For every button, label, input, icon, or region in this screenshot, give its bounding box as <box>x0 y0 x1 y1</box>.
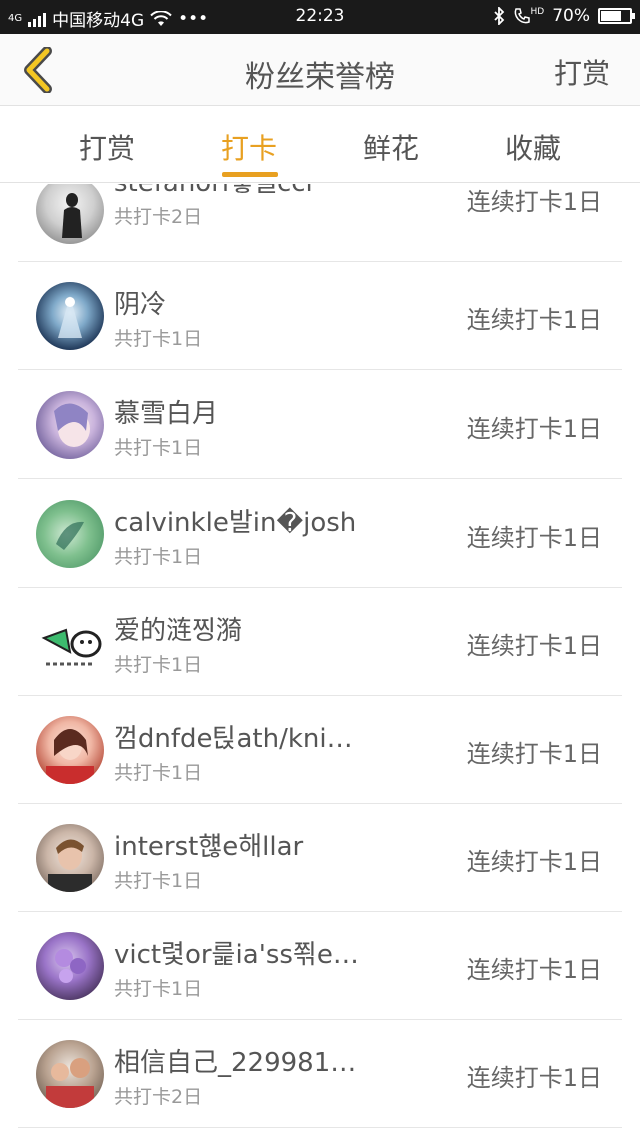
hd-call-icon <box>514 8 530 24</box>
streak-text: 连续打卡1日 <box>466 524 602 552</box>
status-bar: 4G 中国移动4G ••• 22:23 HD 70% <box>0 0 640 34</box>
streak-text: 连续打卡1日 <box>466 188 602 216</box>
total-checkin: 共打卡1日 <box>114 328 203 350</box>
total-checkin: 共打卡1日 <box>114 978 203 1000</box>
checkin-ranking-list[interactable]: stefanori뵇뼬cci 共打卡2日 连续打卡1日 阴冷 共打卡1日 连续打… <box>0 184 640 1138</box>
total-checkin: 共打卡2日 <box>114 206 203 228</box>
avatar <box>36 716 104 784</box>
tab-bar: 打赏 打卡 鲜花 收藏 <box>0 107 640 183</box>
avatar <box>36 1040 104 1108</box>
battery-level-fill <box>601 11 621 21</box>
avatar <box>36 391 104 459</box>
total-checkin: 共打卡1日 <box>114 437 203 459</box>
status-right: HD 70% <box>493 6 635 26</box>
bluetooth-icon <box>493 7 504 25</box>
user-name: stefanori뵇뼬cci <box>114 184 366 199</box>
avatar <box>36 608 104 676</box>
tab-reward[interactable]: 打赏 <box>52 127 162 167</box>
list-item[interactable]: 慕雪白月 共打卡1日 连续打卡1日 <box>18 371 622 479</box>
list-item[interactable]: stefanori뵇뼬cci 共打卡2日 连续打卡1日 <box>18 184 622 262</box>
avatar <box>36 500 104 568</box>
battery-percent: 70% <box>552 6 590 26</box>
hd-label: HD <box>530 7 545 17</box>
page-title: 粉丝荣誉榜 <box>245 60 395 95</box>
list-item[interactable]: 相信自己_229981… 共打卡2日 连续打卡1日 <box>18 1020 622 1128</box>
list-item[interactable]: vict렻or릁ia'ss쬒ec… 共打卡1日 连续打卡1日 <box>18 912 622 1020</box>
streak-text: 连续打卡1日 <box>466 1064 602 1092</box>
list-item[interactable]: calvinkle발in�josh 共打卡1日 连续打卡1日 <box>18 480 622 588</box>
user-name: 껌dnfde틵ath/knig… <box>114 724 366 754</box>
avatar <box>36 184 104 244</box>
streak-text: 连续打卡1日 <box>466 740 602 768</box>
user-name: 阴冷 <box>114 290 167 320</box>
tab-flowers[interactable]: 鲜花 <box>336 127 446 167</box>
streak-text: 连续打卡1日 <box>466 632 602 660</box>
active-tab-indicator <box>222 172 278 177</box>
list-item[interactable]: 爱的涟찡漪 共打卡1日 连续打卡1日 <box>18 588 622 696</box>
streak-text: 连续打卡1日 <box>466 956 602 984</box>
streak-text: 连续打卡1日 <box>466 306 602 334</box>
user-name: 爱的涟찡漪 <box>114 616 242 646</box>
nav-bar: 粉丝荣誉榜 打赏 <box>0 34 640 106</box>
avatar <box>36 282 104 350</box>
user-name: 慕雪白月 <box>114 399 219 429</box>
battery-icon <box>598 8 635 24</box>
total-checkin: 共打卡1日 <box>114 762 203 784</box>
list-item[interactable]: 阴冷 共打卡1日 连续打卡1日 <box>18 262 622 370</box>
streak-text: 连续打卡1日 <box>466 848 602 876</box>
tab-checkin[interactable]: 打卡 <box>194 127 304 167</box>
user-name: 相信自己_229981… <box>114 1048 357 1078</box>
list-item[interactable]: interst햲e해llar 共打卡1日 连续打卡1日 <box>18 804 622 912</box>
total-checkin: 共打卡2日 <box>114 1086 203 1108</box>
total-checkin: 共打卡1日 <box>114 870 203 892</box>
total-checkin: 共打卡1日 <box>114 654 203 676</box>
avatar <box>36 824 104 892</box>
avatar <box>36 932 104 1000</box>
reward-button[interactable]: 打赏 <box>554 52 610 92</box>
list-item[interactable]: 껌dnfde틵ath/knig… 共打卡1日 连续打卡1日 <box>18 696 622 804</box>
tab-favorites[interactable]: 收藏 <box>478 127 588 167</box>
total-checkin: 共打卡1日 <box>114 546 203 568</box>
user-name: calvinkle발in�josh <box>114 508 357 538</box>
user-name: vict렻or릁ia'ss쬒ec… <box>114 940 366 970</box>
streak-text: 连续打卡1日 <box>466 415 602 443</box>
user-name: interst햲e해llar <box>114 832 304 862</box>
